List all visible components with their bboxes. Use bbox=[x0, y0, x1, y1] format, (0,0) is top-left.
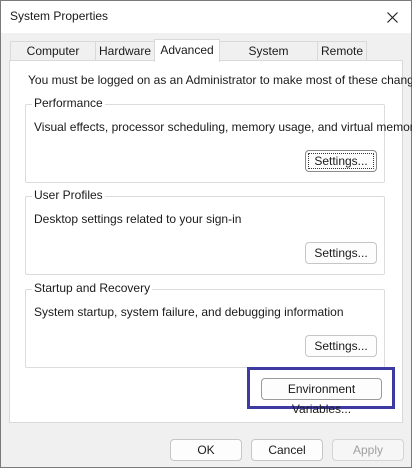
admin-note: You must be logged on as an Administrato… bbox=[28, 73, 412, 87]
close-button[interactable] bbox=[373, 1, 411, 33]
cancel-button[interactable]: Cancel bbox=[251, 439, 323, 461]
user-profiles-group: User Profiles Desktop settings related t… bbox=[25, 188, 385, 275]
group-description-user-profiles: Desktop settings related to your sign-in bbox=[34, 212, 242, 226]
group-title-performance: Performance bbox=[32, 96, 105, 110]
tab-label: Advanced bbox=[160, 43, 214, 57]
title-bar: System Properties bbox=[1, 1, 411, 33]
group-description-startup-recovery: System startup, system failure, and debu… bbox=[34, 305, 344, 319]
tab-system-protection[interactable]: System Protection bbox=[219, 41, 318, 77]
group-description-performance: Visual effects, processor scheduling, me… bbox=[34, 120, 412, 134]
startup-recovery-settings-button[interactable]: Settings... bbox=[305, 335, 377, 357]
performance-group: Performance Visual effects, processor sc… bbox=[25, 96, 412, 183]
tab-label: Hardware bbox=[98, 44, 152, 58]
advanced-tab-panel: You must be logged on as an Administrato… bbox=[9, 60, 412, 423]
tab-hardware[interactable]: Hardware bbox=[95, 41, 155, 60]
tab-label: Remote bbox=[320, 44, 364, 58]
close-icon bbox=[386, 11, 398, 23]
tab-computer-name[interactable]: Computer Name bbox=[10, 41, 96, 77]
window-title: System Properties bbox=[10, 9, 109, 23]
apply-button[interactable]: Apply bbox=[332, 439, 404, 461]
group-title-user-profiles: User Profiles bbox=[32, 188, 105, 202]
user-profiles-settings-button[interactable]: Settings... bbox=[305, 242, 377, 264]
group-title-startup-recovery: Startup and Recovery bbox=[32, 281, 153, 295]
tab-advanced[interactable]: Advanced bbox=[154, 39, 220, 62]
startup-recovery-group: Startup and Recovery System startup, sys… bbox=[25, 281, 385, 368]
ok-button[interactable]: OK bbox=[170, 439, 242, 461]
environment-variables-highlight: Environment Variables... bbox=[247, 367, 395, 416]
environment-variables-button[interactable]: Environment Variables... bbox=[261, 378, 382, 416]
performance-settings-button[interactable]: Settings... bbox=[305, 150, 377, 172]
tab-remote[interactable]: Remote bbox=[317, 41, 367, 60]
system-properties-window: System Properties Computer Name Hardware… bbox=[0, 0, 412, 468]
